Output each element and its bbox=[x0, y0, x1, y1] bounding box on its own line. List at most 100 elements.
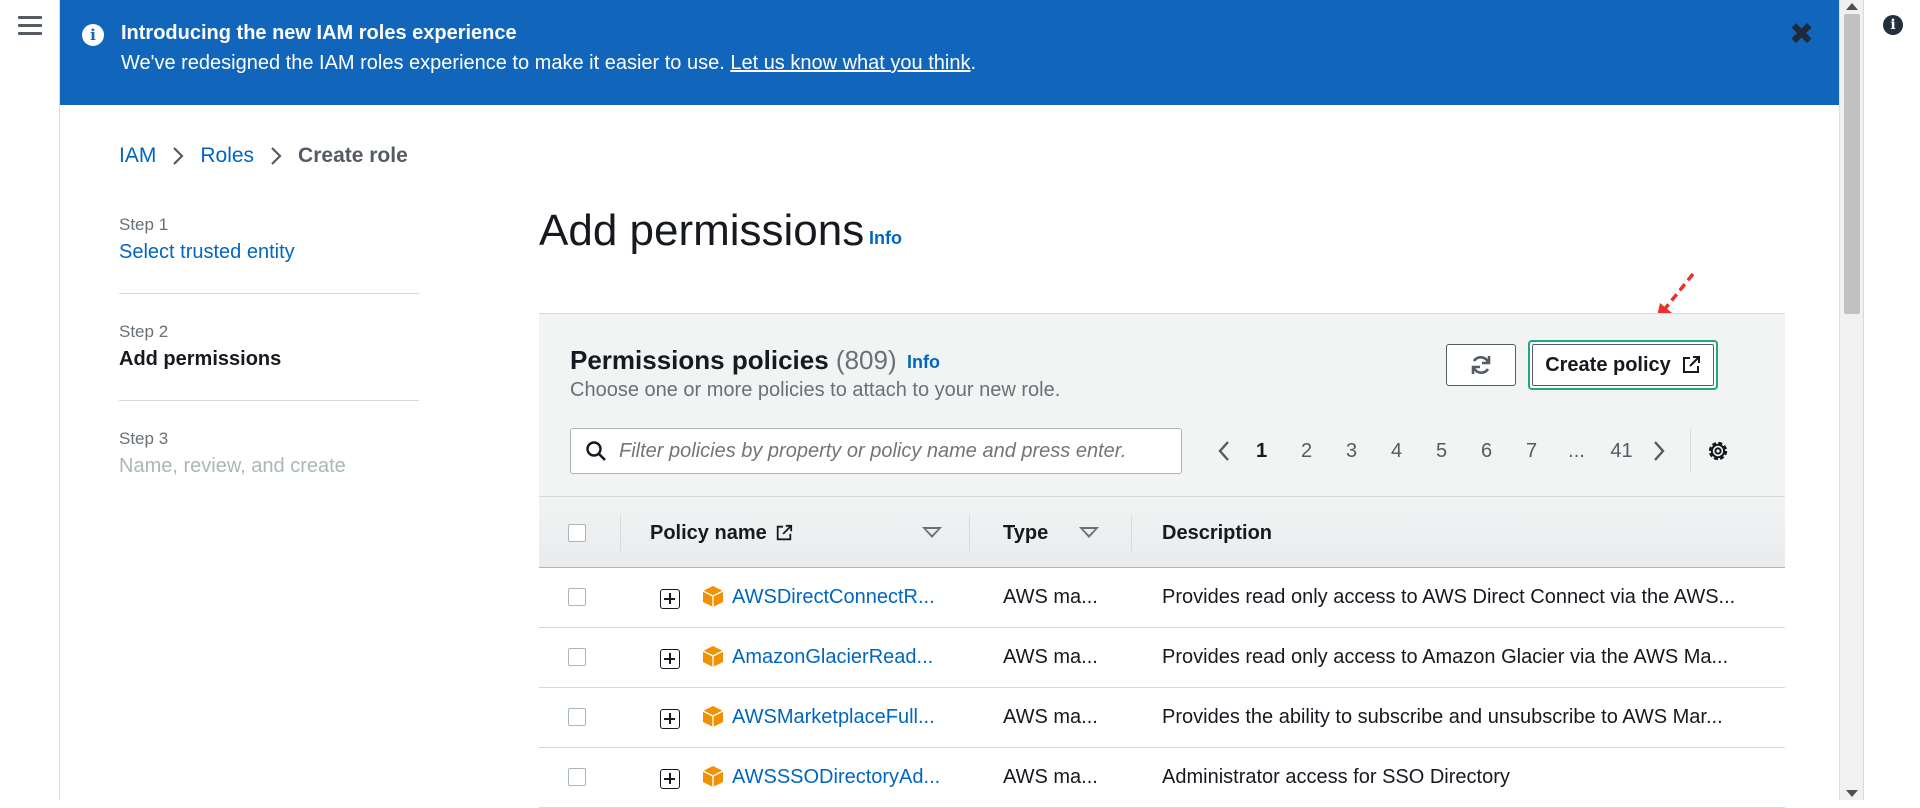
breadcrumb-current: Create role bbox=[298, 144, 408, 167]
step-link-select-trusted-entity[interactable]: Select trusted entity bbox=[119, 241, 419, 264]
close-icon[interactable]: ✖ bbox=[1789, 20, 1814, 50]
row-checkbox[interactable] bbox=[568, 588, 586, 606]
aws-cube-icon bbox=[702, 646, 724, 667]
page-2[interactable]: 2 bbox=[1284, 440, 1329, 463]
info-circle-icon: i bbox=[82, 24, 104, 46]
search-input[interactable] bbox=[617, 438, 1157, 464]
step-label: Step 1 bbox=[119, 215, 169, 234]
column-separator bbox=[969, 515, 970, 551]
select-all-cell bbox=[568, 497, 586, 569]
page-6[interactable]: 6 bbox=[1464, 440, 1509, 463]
create-policy-label: Create policy bbox=[1545, 353, 1671, 376]
aws-cube-icon bbox=[702, 706, 724, 727]
right-tools-rail: i bbox=[1863, 0, 1920, 800]
step-label: Step 3 bbox=[119, 429, 169, 448]
section-info-link[interactable]: Info bbox=[907, 352, 940, 373]
expand-plus-icon[interactable] bbox=[660, 649, 680, 669]
wizard-step-3: Step 3 Name, review, and create bbox=[119, 429, 419, 478]
step-name-review: Name, review, and create bbox=[119, 455, 346, 477]
expand-plus-icon[interactable] bbox=[660, 769, 680, 789]
breadcrumb-iam[interactable]: IAM bbox=[119, 144, 156, 168]
policy-type: AWS ma... bbox=[1003, 766, 1098, 788]
flash-title: Introducing the new IAM roles experience bbox=[121, 22, 517, 44]
page-5[interactable]: 5 bbox=[1419, 440, 1464, 463]
row-checkbox[interactable] bbox=[568, 648, 586, 666]
select-all-checkbox[interactable] bbox=[568, 524, 586, 542]
create-policy-button-inner: Create policy bbox=[1532, 344, 1714, 386]
left-nav-rail bbox=[0, 0, 60, 800]
create-policy-button[interactable]: Create policy bbox=[1528, 340, 1718, 390]
expand-plus-icon[interactable] bbox=[660, 589, 680, 609]
wizard-step-2: Step 2 Add permissions bbox=[119, 322, 419, 371]
search-icon bbox=[586, 441, 606, 461]
column-header-type[interactable]: Type bbox=[1003, 497, 1048, 569]
menu-icon[interactable] bbox=[18, 16, 42, 38]
page-4[interactable]: 4 bbox=[1374, 440, 1419, 463]
feedback-link[interactable]: Let us know what you think bbox=[730, 52, 970, 74]
step-current-add-permissions: Add permissions bbox=[119, 348, 282, 370]
policy-description: Provides the ability to subscribe and un… bbox=[1162, 706, 1723, 728]
policy-filter[interactable] bbox=[570, 428, 1182, 474]
refresh-icon bbox=[1471, 356, 1491, 374]
policy-description: Administrator access for SSO Directory bbox=[1162, 766, 1510, 788]
table-row: AWSMarketplaceFull... AWS ma... Provides… bbox=[539, 688, 1785, 748]
permissions-policies-container: Permissions policies (809) Info Choose o… bbox=[539, 313, 1785, 808]
scroll-up-arrow[interactable] bbox=[1846, 3, 1858, 10]
page-info-link[interactable]: Info bbox=[869, 228, 902, 249]
gear-icon[interactable] bbox=[1705, 438, 1731, 464]
flash-body: We've redesigned the IAM roles experienc… bbox=[121, 52, 976, 75]
sort-caret-icon[interactable] bbox=[1079, 527, 1099, 538]
scroll-down-arrow[interactable] bbox=[1846, 790, 1858, 797]
container-header: Permissions policies (809) Info Choose o… bbox=[539, 314, 1785, 496]
flash-banner: i Introducing the new IAM roles experien… bbox=[60, 0, 1839, 105]
section-title-text: Permissions policies bbox=[570, 345, 829, 375]
breadcrumb-roles[interactable]: Roles bbox=[200, 144, 254, 168]
external-link-icon bbox=[776, 524, 792, 541]
table-header: Policy name Type Description bbox=[539, 496, 1785, 568]
external-link-icon bbox=[1682, 356, 1700, 373]
chevron-right-icon bbox=[270, 146, 282, 167]
page-title: Add permissions bbox=[539, 206, 865, 255]
flash-body-text: We've redesigned the IAM roles experienc… bbox=[121, 52, 725, 74]
column-header-description: Description bbox=[1162, 521, 1273, 544]
page-scrollbar[interactable] bbox=[1839, 0, 1863, 800]
policy-name-link[interactable]: AWSMarketplaceFull... bbox=[732, 706, 935, 729]
row-checkbox[interactable] bbox=[568, 768, 586, 786]
chevron-left-icon[interactable] bbox=[1209, 440, 1239, 462]
table-row: AWSDirectConnectR... AWS ma... Provides … bbox=[539, 568, 1785, 628]
section-description: Choose one or more policies to attach to… bbox=[570, 379, 1061, 401]
row-checkbox[interactable] bbox=[568, 708, 586, 726]
page-1[interactable]: 1 bbox=[1239, 440, 1284, 463]
page-3[interactable]: 3 bbox=[1329, 440, 1374, 463]
policy-description: Provides read only access to Amazon Glac… bbox=[1162, 646, 1729, 668]
sort-caret-icon[interactable] bbox=[922, 527, 942, 538]
chevron-right-icon[interactable] bbox=[1644, 440, 1674, 462]
scroll-thumb[interactable] bbox=[1844, 14, 1860, 314]
policy-type: AWS ma... bbox=[1003, 706, 1098, 728]
page-41[interactable]: 41 bbox=[1599, 440, 1644, 463]
policy-type: AWS ma... bbox=[1003, 646, 1098, 668]
policy-description: Provides read only access to AWS Direct … bbox=[1162, 586, 1736, 608]
column-label: Policy name bbox=[650, 521, 767, 544]
flash-body-suffix: . bbox=[970, 52, 977, 74]
aws-cube-icon bbox=[702, 586, 724, 607]
policy-name-link[interactable]: AmazonGlacierRead... bbox=[732, 646, 933, 669]
step-label: Step 2 bbox=[119, 322, 169, 341]
policy-count: (809) bbox=[835, 345, 897, 375]
expand-plus-icon[interactable] bbox=[660, 709, 680, 729]
page-ellipsis: ... bbox=[1568, 439, 1585, 462]
table-row: AmazonGlacierRead... AWS ma... Provides … bbox=[539, 628, 1785, 688]
column-separator bbox=[1131, 515, 1132, 551]
breadcrumb: IAM Roles Create role bbox=[119, 144, 408, 168]
step-divider bbox=[119, 400, 419, 401]
section-title: Permissions policies (809) bbox=[570, 345, 897, 376]
column-header-policy-name[interactable]: Policy name bbox=[650, 497, 793, 569]
step-divider bbox=[119, 293, 419, 294]
chevron-right-icon bbox=[172, 146, 184, 167]
policy-name-link[interactable]: AWSDirectConnectR... bbox=[732, 586, 935, 609]
info-circle-icon[interactable]: i bbox=[1883, 15, 1903, 35]
column-separator bbox=[620, 515, 621, 551]
page-7[interactable]: 7 bbox=[1509, 440, 1554, 463]
refresh-button[interactable] bbox=[1446, 344, 1516, 386]
policy-name-link[interactable]: AWSSSODirectoryAd... bbox=[732, 766, 940, 789]
